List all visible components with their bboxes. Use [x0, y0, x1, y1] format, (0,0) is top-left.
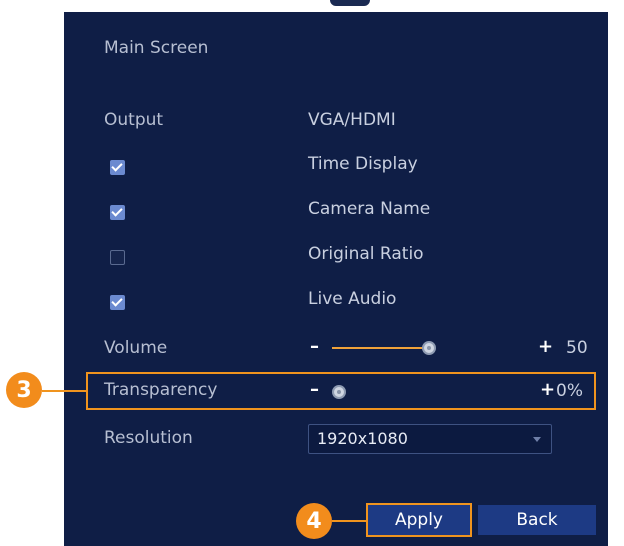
step-4-callout: 4 — [296, 503, 332, 539]
transparency-slider-handle[interactable] — [332, 385, 346, 399]
live-audio-checkbox[interactable] — [110, 295, 125, 310]
volume-increase-button[interactable]: + — [538, 336, 553, 357]
step-3-callout: 3 — [6, 372, 42, 408]
transparency-increase-button[interactable]: + — [540, 379, 555, 400]
step-4-connector — [332, 520, 366, 522]
step-3-connector — [42, 390, 86, 392]
original-ratio-label: Original Ratio — [308, 244, 424, 264]
live-audio-label: Live Audio — [308, 289, 397, 309]
time-display-label: Time Display — [308, 154, 418, 174]
resolution-select[interactable]: 1920x1080 — [308, 424, 552, 454]
output-value: VGA/HDMI — [308, 110, 396, 130]
apply-button[interactable]: Apply — [366, 503, 472, 537]
volume-slider-handle[interactable] — [422, 341, 436, 355]
page-title: Main Screen — [104, 38, 209, 58]
transparency-value: 0% — [556, 381, 583, 401]
transparency-decrease-button[interactable]: – — [310, 379, 319, 400]
volume-decrease-button[interactable]: – — [310, 336, 319, 357]
output-label: Output — [104, 110, 164, 130]
back-button[interactable]: Back — [478, 505, 596, 535]
chevron-down-icon — [533, 437, 541, 442]
volume-value: 50 — [566, 338, 588, 358]
camera-name-label: Camera Name — [308, 199, 431, 219]
resolution-label: Resolution — [104, 428, 193, 448]
resolution-selected-value: 1920x1080 — [317, 429, 408, 448]
volume-label: Volume — [104, 338, 168, 358]
main-screen-panel — [64, 12, 608, 546]
time-display-checkbox[interactable] — [110, 160, 125, 175]
volume-slider-track[interactable] — [332, 347, 428, 349]
transparency-label: Transparency — [104, 380, 218, 400]
camera-name-checkbox[interactable] — [110, 205, 125, 220]
original-ratio-checkbox[interactable] — [110, 250, 125, 265]
top-edge-tab — [330, 0, 370, 6]
